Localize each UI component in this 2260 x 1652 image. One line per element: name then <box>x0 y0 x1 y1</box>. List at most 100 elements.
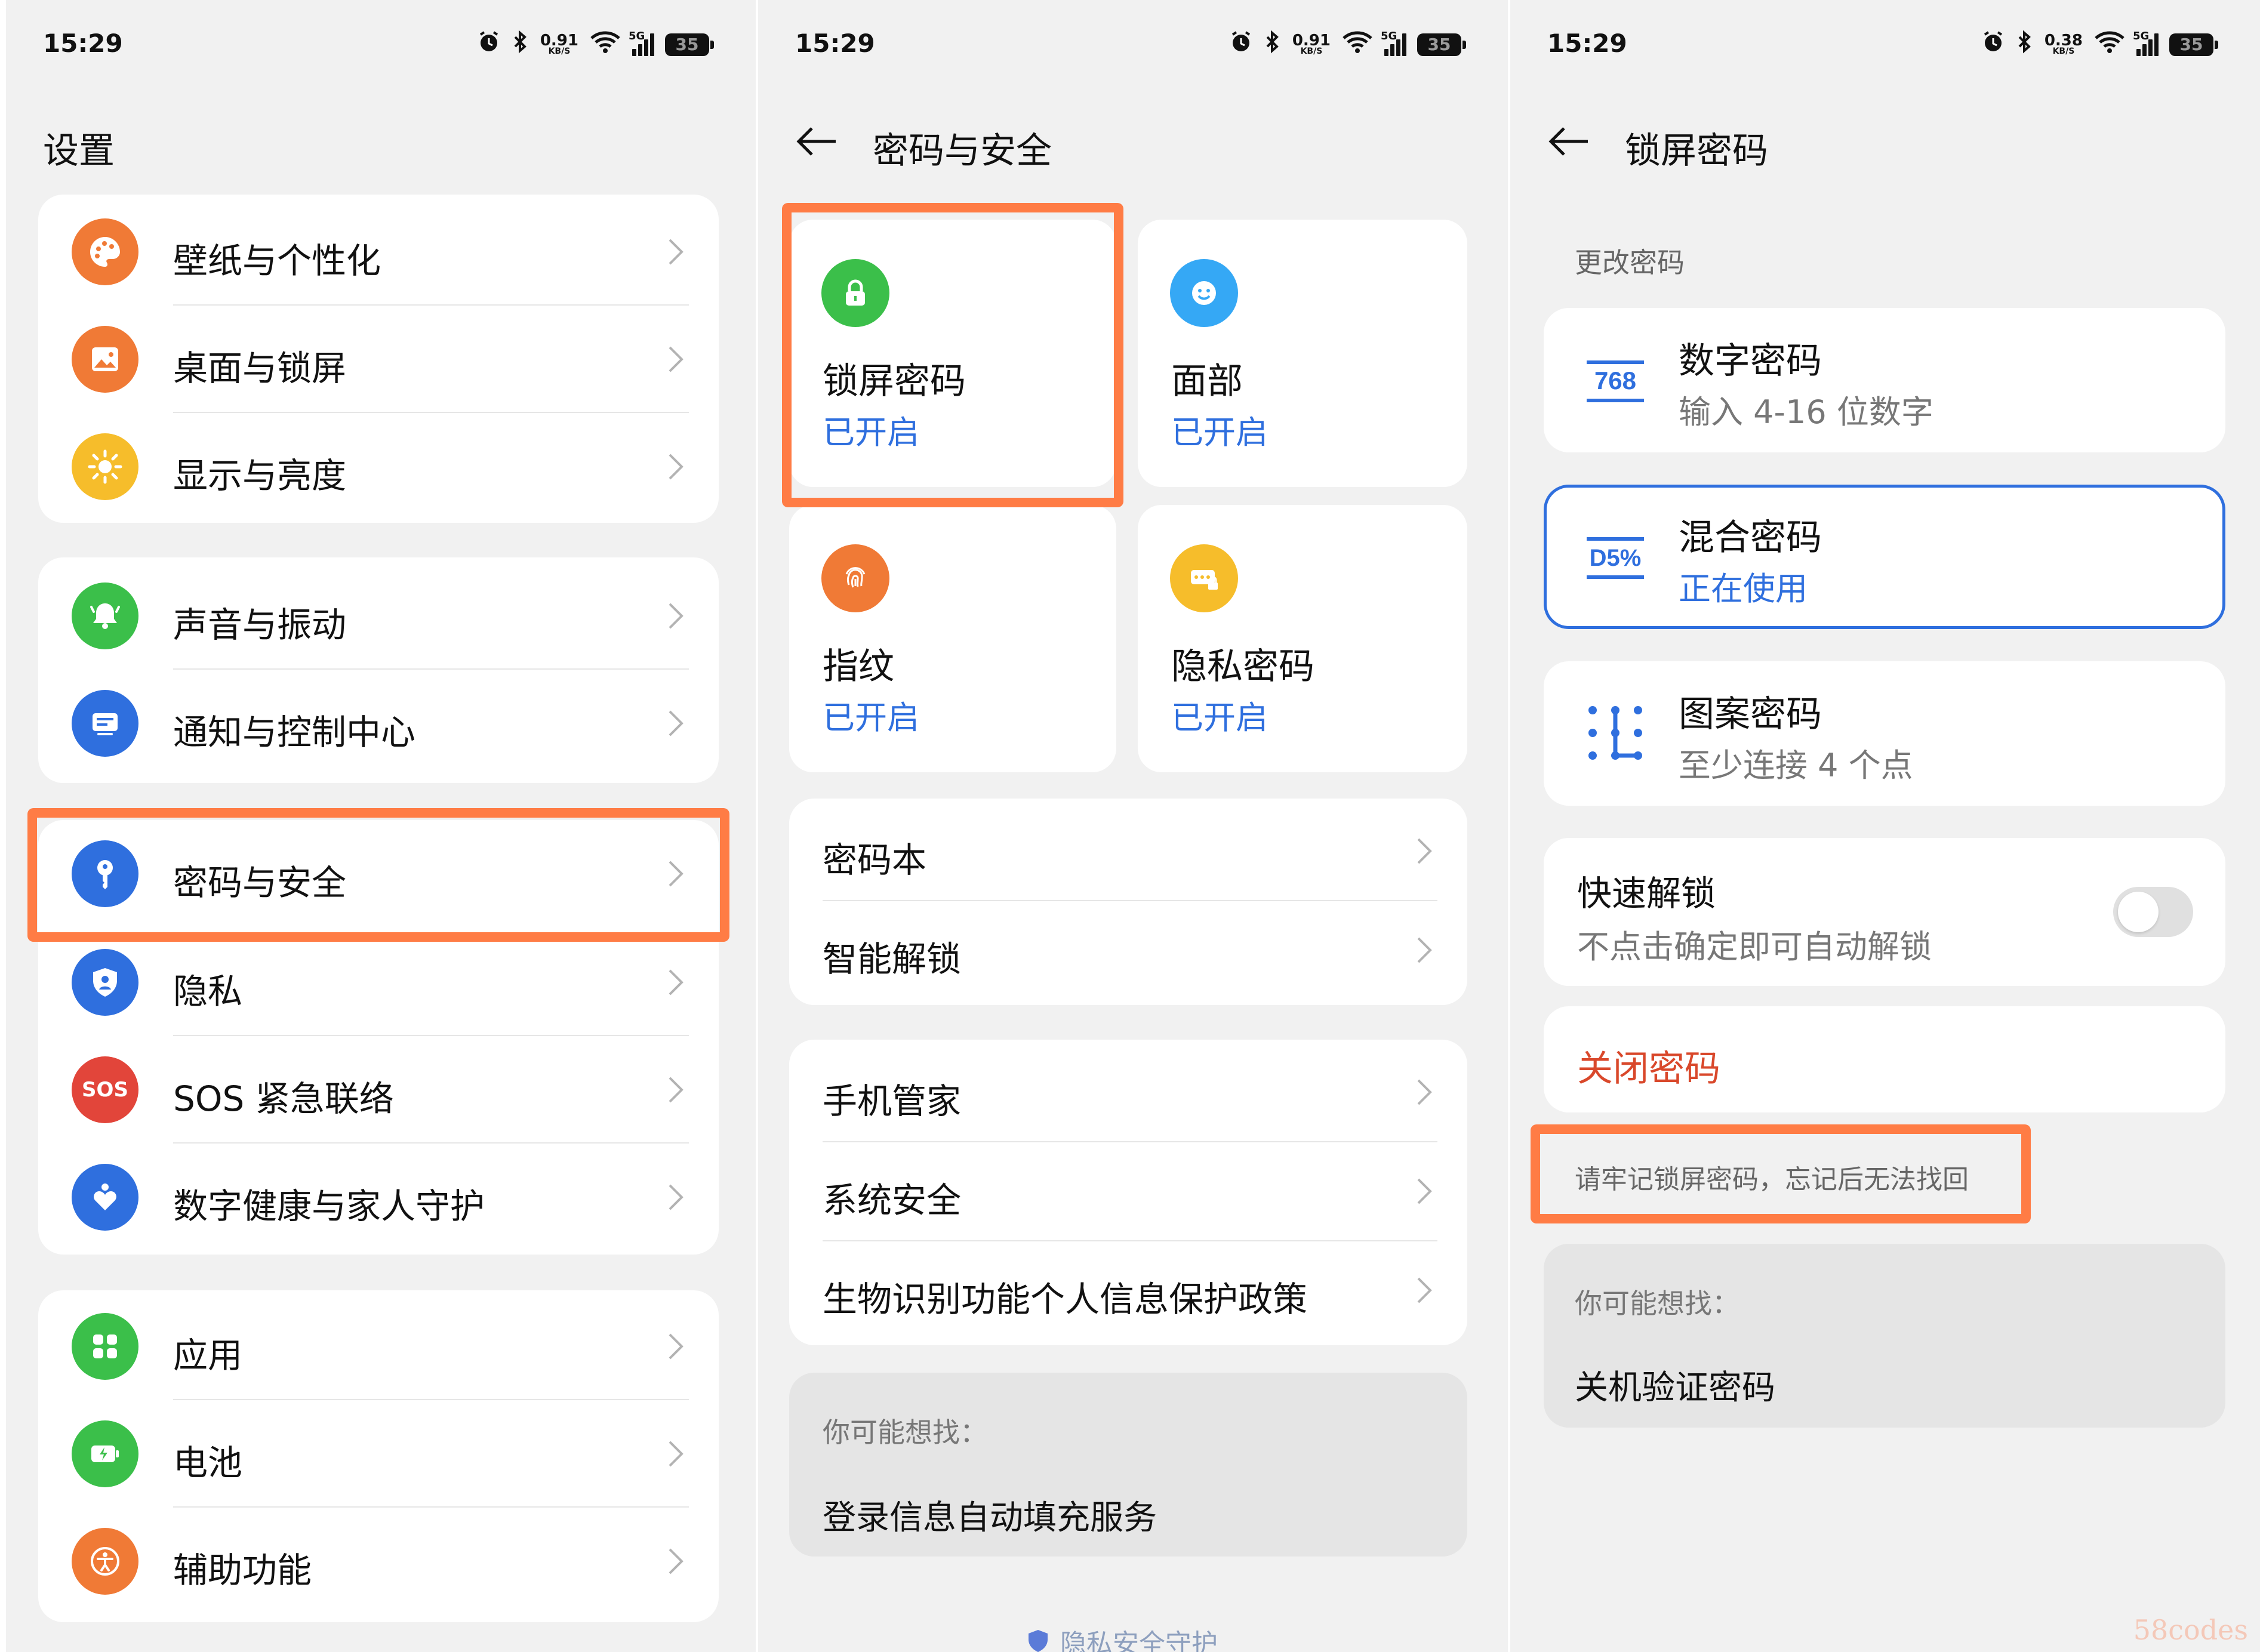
tile-status: 已开启 <box>1171 414 1268 451</box>
chevron-right-icon <box>1417 1178 1432 1204</box>
list-item-password-book[interactable]: 密码本 <box>789 802 1467 901</box>
list-item-smart-unlock[interactable]: 智能解锁 <box>789 901 1467 1000</box>
sun-icon <box>72 433 138 500</box>
settings-item-sound[interactable]: 声音与振动 <box>38 562 719 670</box>
chevron-right-icon <box>669 861 683 887</box>
suggestion-card: 你可能想找： 关机验证密码 <box>1544 1244 2225 1428</box>
back-arrow-icon[interactable] <box>794 118 840 165</box>
settings-item-display[interactable]: 显示与亮度 <box>38 413 719 520</box>
chevron-right-icon <box>669 1548 683 1574</box>
suggestion-link[interactable]: 关机验证密码 <box>1575 1361 1775 1409</box>
heart-icon <box>72 1164 138 1231</box>
chevron-right-icon <box>1417 838 1432 864</box>
settings-item-password-security[interactable]: 密码与安全 <box>38 820 719 927</box>
settings-item-label: 数字健康与家人守护 <box>173 1186 485 1226</box>
list-item-label: 智能解锁 <box>823 939 962 979</box>
wifi-icon <box>589 30 621 59</box>
settings-item-sos[interactable]: SOS SOS 紧急联络 <box>38 1036 719 1144</box>
option-pattern-password[interactable]: 图案密码 至少连接 4 个点 <box>1544 661 2225 806</box>
option-subtitle: 正在使用 <box>1679 570 1808 608</box>
mixed-password-icon: D5% <box>1587 537 1644 579</box>
settings-item-apps[interactable]: 应用 <box>38 1293 719 1400</box>
quick-unlock-subtitle: 不点击确定即可自动解锁 <box>1577 928 1932 966</box>
lockscreen-password-panel: 15:29 0.38 KB/S 5G 35 锁屏密码 更改密码 768 数字密码 … <box>1510 0 2260 1652</box>
chevron-right-icon <box>669 1184 683 1210</box>
option-name: 混合密码 <box>1679 517 1822 559</box>
chevron-right-icon <box>669 346 683 372</box>
quick-unlock-card: 快速解锁 不点击确定即可自动解锁 <box>1544 838 2225 986</box>
status-time: 15:29 <box>1547 29 1627 58</box>
list-item-system-security[interactable]: 系统安全 <box>789 1142 1467 1241</box>
settings-item-label: 应用 <box>173 1335 243 1376</box>
settings-item-notifications[interactable]: 通知与控制中心 <box>38 670 719 777</box>
tile-name: 指纹 <box>823 646 894 688</box>
suggestion-card: 你可能想找： 登录信息自动填充服务 <box>789 1373 1467 1557</box>
settings-group-1: 壁纸与个性化 桌面与锁屏 显示与亮度 <box>38 195 719 523</box>
svg-text:768: 768 <box>1594 366 1636 394</box>
tile-status: 已开启 <box>823 414 919 451</box>
settings-item-battery[interactable]: 电池 <box>38 1400 719 1508</box>
cellular-signal-icon: 5G <box>629 30 654 56</box>
pattern-password-icon <box>1588 706 1642 760</box>
status-time: 15:29 <box>795 29 875 58</box>
settings-panel: 15:29 0.91KB/S 5G 35 设置 壁纸与个性化 桌面与锁屏 显示 <box>6 0 756 1652</box>
sos-icon: SOS <box>72 1056 138 1123</box>
settings-item-digital-wellbeing[interactable]: 数字健康与家人守护 <box>38 1144 719 1251</box>
palette-icon <box>72 218 138 285</box>
wifi-icon <box>2093 30 2126 59</box>
settings-group-3: 密码与安全 隐私 SOS SOS 紧急联络 数字健康与家人守护 <box>38 820 719 1255</box>
settings-item-privacy[interactable]: 隐私 <box>38 929 719 1036</box>
settings-item-accessibility[interactable]: 辅助功能 <box>38 1508 719 1615</box>
chevron-right-icon <box>1417 937 1432 963</box>
chevron-right-icon <box>669 710 683 736</box>
option-name: 数字密码 <box>1679 340 1822 382</box>
settings-item-label: 密码与安全 <box>173 862 347 903</box>
option-numeric-password[interactable]: 768 数字密码 输入 4-16 位数字 <box>1544 308 2225 452</box>
close-password-card[interactable]: 关闭密码 <box>1544 1006 2225 1112</box>
battery-icon <box>72 1420 138 1487</box>
list-item-biometric-policy[interactable]: 生物识别功能个人信息保护政策 <box>789 1241 1467 1340</box>
tile-lockscreen-password[interactable]: 锁屏密码 已开启 <box>789 220 1116 487</box>
suggestion-link[interactable]: 登录信息自动填充服务 <box>823 1491 1157 1539</box>
picture-icon <box>72 326 138 393</box>
network-speed: 0.91 KB/S <box>540 31 578 56</box>
bluetooth-icon <box>512 30 529 59</box>
back-arrow-icon[interactable] <box>1546 118 1593 165</box>
cellular-signal-icon: 5G <box>1381 30 1406 56</box>
settings-item-label: 电池 <box>173 1443 243 1483</box>
chevron-right-icon <box>669 1441 683 1467</box>
wifi-icon <box>1341 30 1374 59</box>
settings-item-label: 声音与振动 <box>173 605 347 645</box>
settings-item-desktop-lockscreen[interactable]: 桌面与锁屏 <box>38 306 719 413</box>
quick-unlock-title: 快速解锁 <box>1577 873 1716 914</box>
key-icon <box>72 840 138 907</box>
suggestion-title: 你可能想找： <box>823 1416 987 1448</box>
tile-face[interactable]: 面部 已开启 <box>1138 220 1467 487</box>
tile-privacy-password[interactable]: 隐私密码 已开启 <box>1138 505 1467 772</box>
quick-unlock-toggle[interactable] <box>2113 887 2193 937</box>
settings-item-label: 通知与控制中心 <box>173 712 416 753</box>
tile-fingerprint[interactable]: 指纹 已开启 <box>789 505 1116 772</box>
fingerprint-icon <box>821 544 889 612</box>
page-title: 锁屏密码 <box>1625 130 1768 172</box>
watermark: 58codes <box>2133 1614 2248 1646</box>
section-header: 更改密码 <box>1575 246 1685 279</box>
settings-item-label: 隐私 <box>173 971 243 1012</box>
alarm-icon <box>1229 30 1253 59</box>
settings-item-label: 壁纸与个性化 <box>173 241 381 281</box>
alarm-icon <box>477 30 501 59</box>
chevron-right-icon <box>669 454 683 480</box>
settings-item-wallpaper[interactable]: 壁纸与个性化 <box>38 198 719 306</box>
network-speed: 0.38 KB/S <box>2044 31 2083 56</box>
list-item-phone-manager[interactable]: 手机管家 <box>789 1043 1467 1142</box>
option-subtitle: 输入 4-16 位数字 <box>1679 393 1933 431</box>
chevron-right-icon <box>1417 1079 1432 1105</box>
tile-status: 已开启 <box>1171 699 1268 736</box>
chevron-right-icon <box>669 969 683 995</box>
tile-name: 面部 <box>1171 360 1243 402</box>
page-title: 密码与安全 <box>873 130 1052 172</box>
option-mixed-password[interactable]: D5% 混合密码 正在使用 <box>1544 485 2225 629</box>
network-speed: 0.91 KB/S <box>1292 31 1331 56</box>
option-subtitle: 至少连接 4 个点 <box>1679 747 1913 784</box>
password-group-2: 手机管家 系统安全 生物识别功能个人信息保护政策 <box>789 1040 1467 1345</box>
